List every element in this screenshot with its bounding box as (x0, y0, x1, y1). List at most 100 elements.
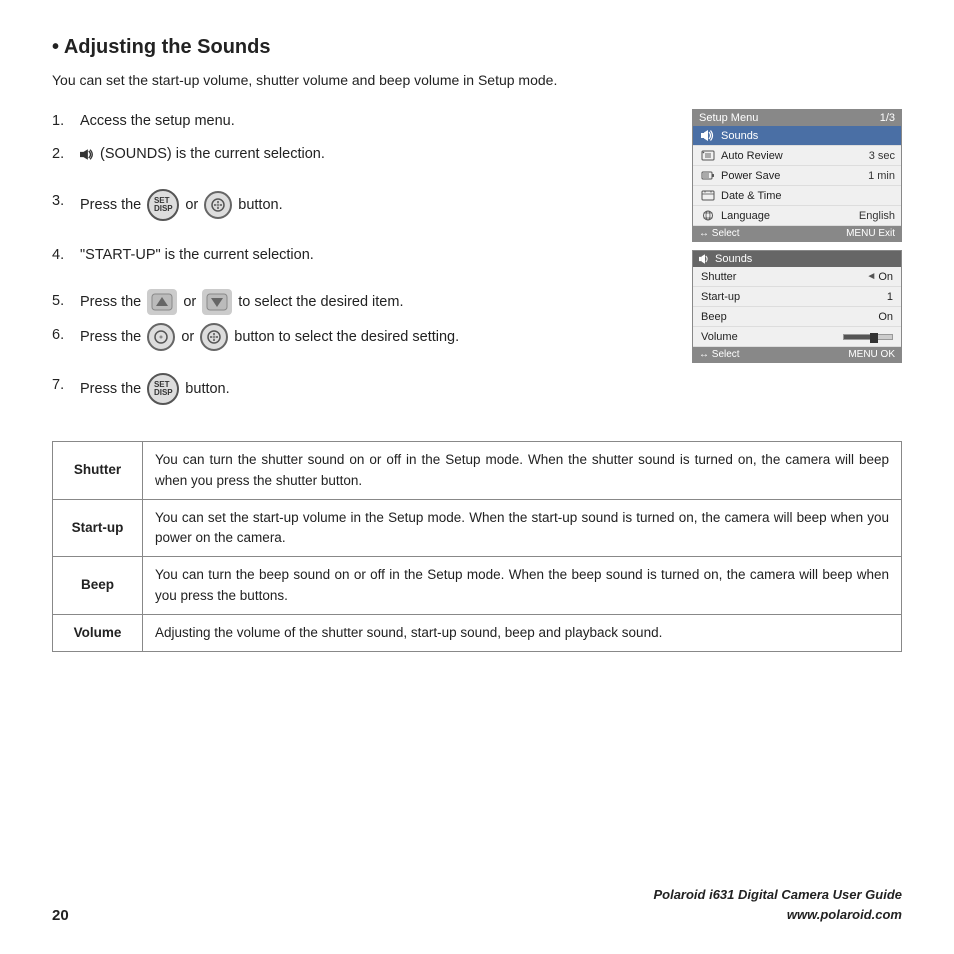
menu-row-power-save: Power Save 1 min (693, 166, 901, 186)
setup-menu-title: Setup Menu (699, 112, 758, 124)
step-4-text: "START-UP" is the current selection. (80, 243, 672, 268)
info-table: Shutter You can turn the shutter sound o… (52, 441, 902, 652)
power-save-label: Power Save (721, 170, 868, 182)
date-time-label: Date & Time (721, 190, 895, 202)
step-2-text: (SOUNDS) is the current selection. (80, 142, 672, 167)
brand-line2: www.polaroid.com (653, 905, 902, 925)
volume-cell-desc: Adjusting the volume of the shutter soun… (143, 614, 902, 651)
steps-column: 1. Access the setup menu. 2. (SOUNDS) is… (52, 109, 672, 413)
step-7-num: 7. (52, 373, 80, 398)
page: Adjusting the Sounds You can set the sta… (0, 0, 954, 954)
step-5: 5. Press the or (52, 289, 672, 315)
power-save-icon (699, 169, 717, 183)
volume-bar (843, 334, 893, 340)
shutter-arrow: ◄ (866, 271, 876, 282)
startup-cell-label: Start-up (53, 499, 143, 557)
menu-row-sounds: Sounds (693, 126, 901, 146)
shutter-label: Shutter (701, 271, 866, 283)
page-number: 20 (52, 907, 69, 924)
step-6-num: 6. (52, 323, 80, 348)
setup-footer-left: ↔ Select (699, 228, 740, 239)
nav-down-button (202, 289, 232, 315)
auto-review-label: Auto Review (721, 150, 869, 162)
table-row-shutter: Shutter You can turn the shutter sound o… (53, 442, 902, 500)
step-6-text: Press the or (80, 323, 672, 351)
sounds-panel: Sounds Shutter ◄ On Start-up 1 Be (692, 250, 902, 363)
or-text-2: or (183, 294, 200, 310)
step-1-text: Access the setup menu. (80, 109, 672, 134)
sounds-row-shutter: Shutter ◄ On (693, 267, 901, 287)
volume-handle (870, 333, 878, 343)
step-3-text: Press the SETDISP or button. (80, 189, 672, 221)
sounds-row-label: Sounds (721, 130, 895, 142)
volume-cell-label: Volume (53, 614, 143, 651)
sounds-footer-right: MENU OK (848, 349, 895, 360)
power-save-value: 1 min (868, 170, 895, 182)
main-content: 1. Access the setup menu. 2. (SOUNDS) is… (52, 109, 902, 413)
screenshots-column: Setup Menu 1/3 Sounds (692, 109, 902, 413)
startup-label: Start-up (701, 291, 887, 303)
set-disp-button-2: SETDISP (147, 373, 179, 405)
step-5-text: Press the or to select (80, 289, 672, 315)
sounds-panel-header: Sounds (693, 251, 901, 267)
sounds-header-icon (699, 254, 711, 264)
volume-value (843, 334, 893, 340)
step-2: 2. (SOUNDS) is the current selection. (52, 142, 672, 167)
brand-line1: Polaroid i631 Digital Camera User Guide (653, 885, 902, 905)
volume-label: Volume (701, 331, 843, 343)
step-5-num: 5. (52, 289, 80, 314)
set-disp-button: SETDISP (147, 189, 179, 221)
setup-menu-page: 1/3 (880, 112, 895, 124)
step-3-num: 3. (52, 189, 80, 214)
auto-review-value: 3 sec (869, 150, 895, 162)
setup-menu-panel: Setup Menu 1/3 Sounds (692, 109, 902, 242)
step-7-text: Press the SETDISP button. (80, 373, 672, 405)
menu-row-auto-review: Auto Review 3 sec (693, 146, 901, 166)
thumb-button (204, 191, 232, 219)
step-2-num: 2. (52, 142, 80, 167)
sounds-footer-left: ↔ Select (699, 349, 740, 360)
table-row-beep: Beep You can turn the beep sound on or o… (53, 557, 902, 615)
sounds-row-startup: Start-up 1 (693, 287, 901, 307)
sounds-panel-footer: ↔ Select MENU OK (693, 347, 901, 362)
setup-menu-footer: ↔ Select MENU Exit (693, 226, 901, 241)
or-text: or (185, 197, 202, 213)
shutter-cell-desc: You can turn the shutter sound on or off… (143, 442, 902, 500)
language-icon (699, 209, 717, 223)
sounds-icon (80, 149, 94, 160)
sounds-panel-title: Sounds (715, 253, 752, 265)
shutter-value: ◄ On (866, 271, 893, 283)
table-row-volume: Volume Adjusting the volume of the shutt… (53, 614, 902, 651)
language-label: Language (721, 210, 859, 222)
thumb-button-3 (200, 323, 228, 351)
step-3: 3. Press the SETDISP or (52, 189, 672, 221)
section-title: Adjusting the Sounds (52, 36, 902, 59)
setup-menu-header: Setup Menu 1/3 (693, 110, 901, 126)
beep-label: Beep (701, 311, 878, 323)
sounds-row-icon (699, 129, 717, 143)
intro-text: You can set the start-up volume, shutter… (52, 69, 902, 91)
or-text-3: or (181, 329, 198, 345)
beep-cell-label: Beep (53, 557, 143, 615)
language-value: English (859, 210, 895, 222)
date-time-icon (699, 189, 717, 203)
sounds-row-volume: Volume (693, 327, 901, 347)
footer-brand: Polaroid i631 Digital Camera User Guide … (653, 885, 902, 924)
thumb-button-2 (147, 323, 175, 351)
page-footer: 20 Polaroid i631 Digital Camera User Gui… (52, 873, 902, 924)
startup-value: 1 (887, 291, 893, 303)
step-6: 6. Press the or (52, 323, 672, 351)
shutter-cell-label: Shutter (53, 442, 143, 500)
volume-bar-fill (844, 335, 873, 339)
beep-value: On (878, 311, 893, 323)
step-1-num: 1. (52, 109, 80, 134)
step-7: 7. Press the SETDISP button. (52, 373, 672, 405)
step-4-num: 4. (52, 243, 80, 268)
menu-row-date-time: Date & Time (693, 186, 901, 206)
auto-review-icon (699, 149, 717, 163)
volume-bar-container (843, 334, 893, 340)
setup-footer-right: MENU Exit (846, 228, 895, 239)
menu-row-language: Language English (693, 206, 901, 226)
sounds-row-beep: Beep On (693, 307, 901, 327)
table-row-startup: Start-up You can set the start-up volume… (53, 499, 902, 557)
